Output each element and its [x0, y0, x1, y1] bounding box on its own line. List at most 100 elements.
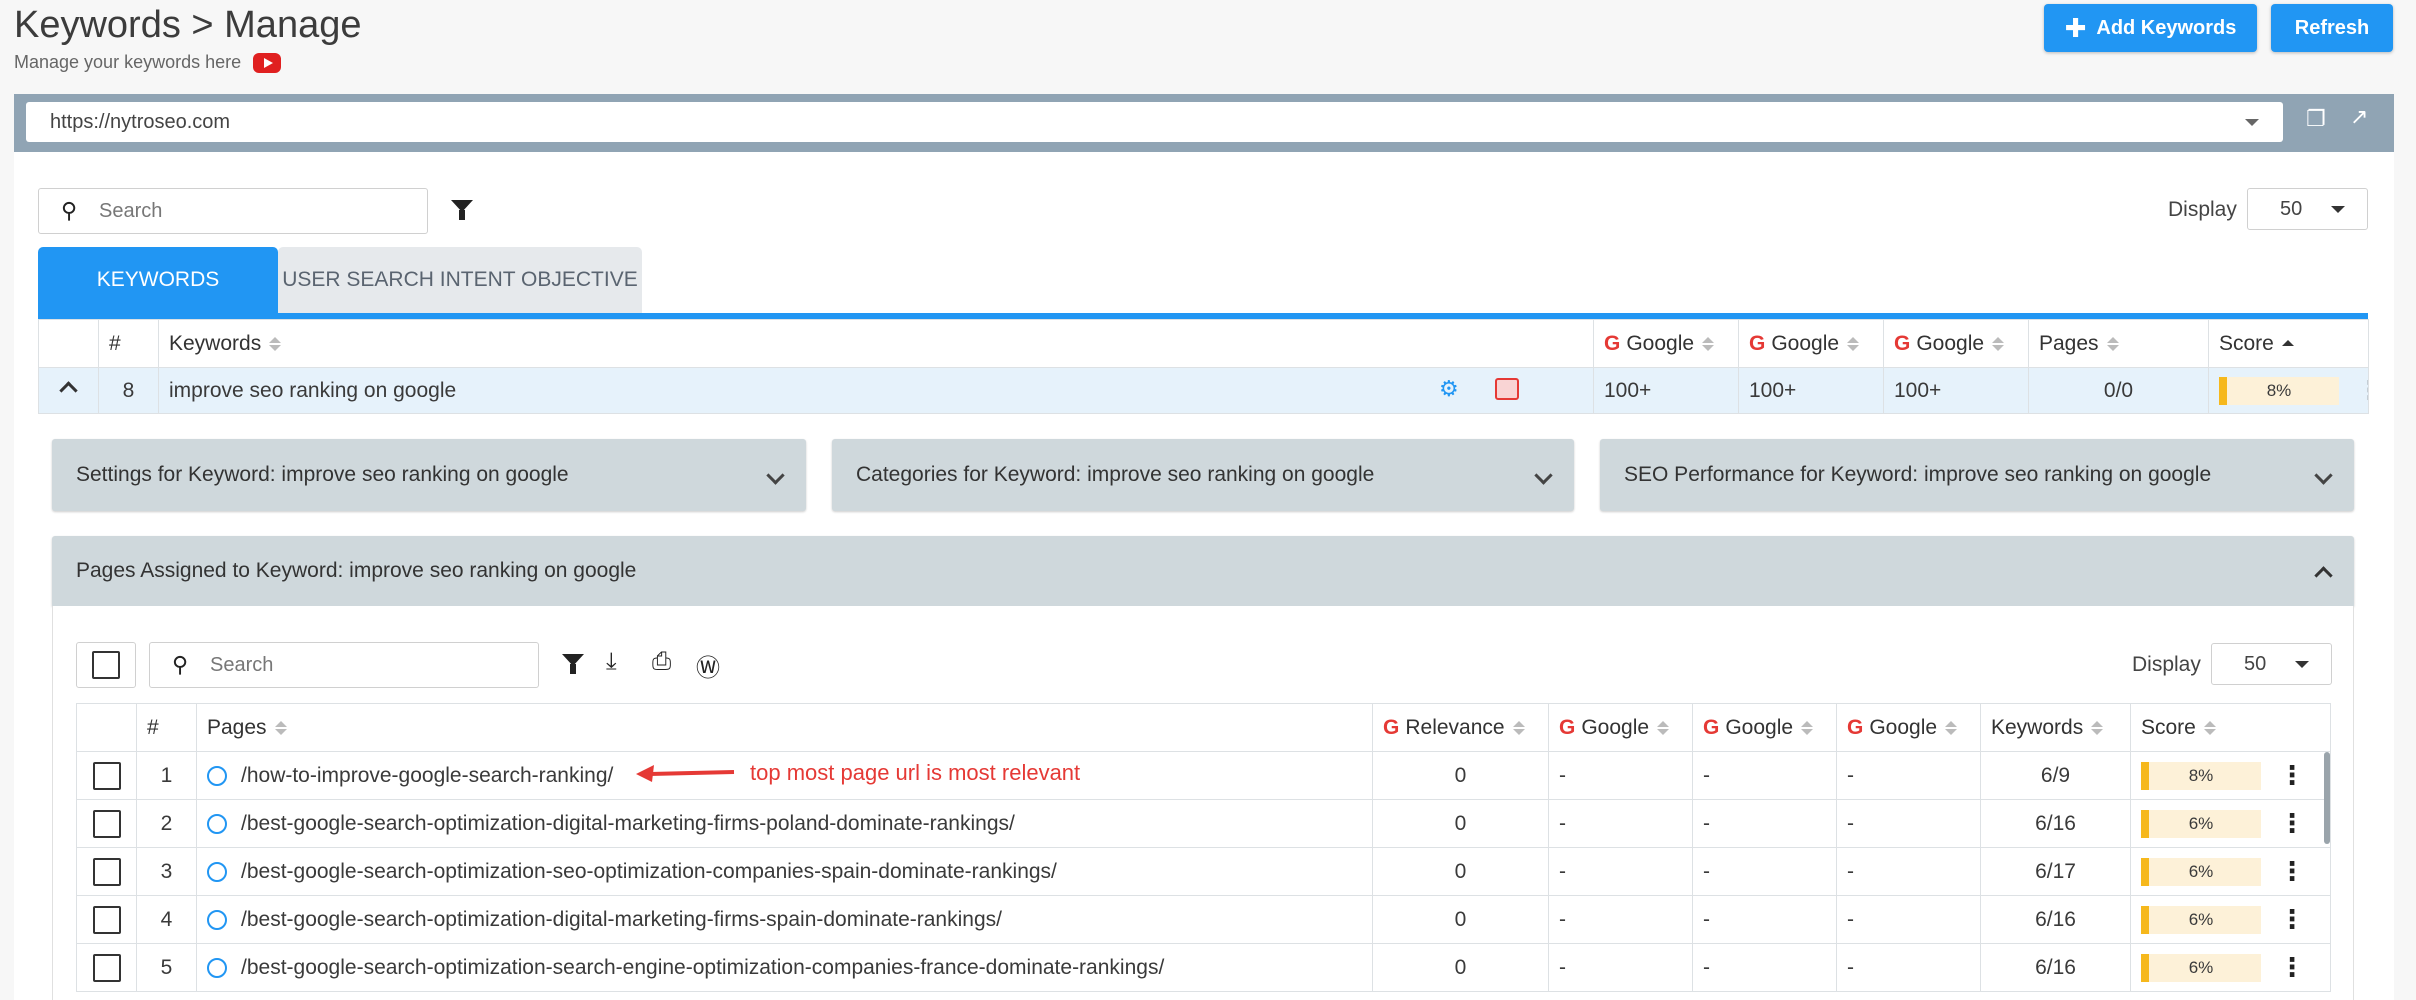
- chevron-down-icon: [2295, 660, 2309, 668]
- external-link-icon[interactable]: ↗: [2350, 104, 2368, 130]
- collapse-toggle[interactable]: [38, 367, 99, 414]
- display-label: Display: [2168, 198, 2237, 221]
- row-number: 2: [136, 799, 197, 848]
- table-row[interactable]: 5 /best-google-search-optimization-searc…: [76, 943, 2331, 992]
- row-checkbox[interactable]: [92, 761, 121, 790]
- row-checkbox-cell[interactable]: [76, 895, 137, 944]
- header-google-1[interactable]: G Google: [1548, 703, 1693, 752]
- row-number: 4: [136, 895, 197, 944]
- annotation-arrow-icon: [636, 765, 735, 782]
- select-all-checkbox[interactable]: [92, 651, 120, 679]
- image-icon[interactable]: [1495, 378, 1519, 400]
- score-cell: 8% ⋮: [2130, 751, 2331, 800]
- more-options-icon[interactable]: ⋮: [2279, 856, 2305, 886]
- more-options-icon[interactable]: ⋮: [2279, 808, 2305, 838]
- table-row[interactable]: 4 /best-google-search-optimization-digit…: [76, 895, 2331, 944]
- header-google-1[interactable]: G Google: [1593, 319, 1739, 368]
- page-url[interactable]: /how-to-improve-google-search-ranking/: [241, 764, 613, 787]
- print-icon[interactable]: ⎙: [652, 648, 671, 676]
- more-options-icon[interactable]: ⋮: [2279, 904, 2305, 934]
- header-pages[interactable]: Pages: [2028, 319, 2209, 368]
- header-score[interactable]: Score: [2130, 703, 2331, 752]
- wordpress-icon[interactable]: Ⓦ: [696, 648, 720, 683]
- google-icon: G: [1703, 715, 1720, 739]
- more-options-icon[interactable]: ⋮: [2357, 375, 2368, 405]
- row-checkbox[interactable]: [92, 809, 121, 838]
- pages-search-input[interactable]: ⚲ Search: [149, 642, 539, 688]
- google-rank-1: -: [1548, 943, 1693, 992]
- header-number: #: [98, 319, 159, 368]
- seo-performance-accordion[interactable]: SEO Performance for Keyword: improve seo…: [1600, 439, 2354, 511]
- header-relevance[interactable]: G Relevance: [1372, 703, 1549, 752]
- filter-icon[interactable]: [562, 654, 584, 674]
- row-checkbox[interactable]: [92, 953, 121, 982]
- more-options-icon[interactable]: ⋮: [2279, 760, 2305, 790]
- pages-assigned-accordion[interactable]: Pages Assigned to Keyword: improve seo r…: [52, 536, 2354, 606]
- sort-icon: [2203, 720, 2216, 735]
- select-all-checkbox-wrap[interactable]: [76, 642, 136, 688]
- radio-icon[interactable]: [207, 765, 227, 786]
- page-url[interactable]: /best-google-search-optimization-digital…: [241, 812, 1015, 835]
- page-url[interactable]: /best-google-search-optimization-search-…: [241, 956, 1164, 979]
- radio-icon[interactable]: [207, 861, 227, 882]
- page-cell[interactable]: /best-google-search-optimization-search-…: [196, 943, 1373, 992]
- display-value: 50: [2280, 197, 2303, 220]
- header-score[interactable]: Score: [2208, 319, 2369, 368]
- header-google-3[interactable]: G Google: [1836, 703, 1981, 752]
- table-row[interactable]: 2 /best-google-search-optimization-digit…: [76, 799, 2331, 848]
- keywords-count: 6/17: [1980, 847, 2131, 896]
- settings-accordion[interactable]: Settings for Keyword: improve seo rankin…: [52, 439, 806, 511]
- refresh-button[interactable]: Refresh: [2271, 4, 2393, 52]
- header-keywords[interactable]: Keywords: [158, 319, 1594, 368]
- keyword-search-input[interactable]: ⚲ Search: [38, 188, 428, 234]
- score-bar: 8%: [2141, 762, 2261, 791]
- row-checkbox-cell[interactable]: [76, 751, 137, 800]
- row-checkbox-cell[interactable]: [76, 799, 137, 848]
- row-checkbox[interactable]: [92, 905, 121, 934]
- youtube-icon[interactable]: [253, 52, 282, 73]
- sort-icon: [1992, 336, 2005, 351]
- page-url[interactable]: /best-google-search-optimization-digital…: [241, 908, 1002, 931]
- download-icon[interactable]: ⤓: [606, 648, 617, 676]
- page-cell[interactable]: /best-google-search-optimization-seo-opt…: [196, 847, 1373, 896]
- google-icon: G: [1383, 715, 1400, 739]
- page-cell[interactable]: /best-google-search-optimization-digital…: [196, 799, 1373, 848]
- add-keywords-button[interactable]: ✚ Add Keywords: [2044, 4, 2257, 52]
- sort-icon: [1512, 720, 1525, 735]
- row-checkbox-cell[interactable]: [76, 847, 137, 896]
- gear-icon[interactable]: ⚙: [1439, 376, 1459, 402]
- header-pages[interactable]: Pages: [196, 703, 1373, 752]
- tab-user-search-intent[interactable]: USER SEARCH INTENT OBJECTIVE: [278, 247, 642, 313]
- chevron-down-icon: [2331, 205, 2345, 213]
- keywords-count: 6/16: [1980, 943, 2131, 992]
- header-google-3[interactable]: G Google: [1883, 319, 2029, 368]
- table-row[interactable]: 1 /how-to-improve-google-search-ranking/…: [76, 751, 2331, 800]
- row-checkbox[interactable]: [92, 857, 121, 886]
- header-keywords[interactable]: Keywords: [1980, 703, 2131, 752]
- radio-icon[interactable]: [207, 957, 227, 978]
- more-options-icon[interactable]: ⋮: [2279, 952, 2305, 982]
- keyword-row[interactable]: 8 improve seo ranking on google ⚙ 100+ 1…: [38, 367, 2369, 414]
- pages-display-select[interactable]: 50: [2211, 643, 2332, 685]
- filter-icon[interactable]: [451, 200, 473, 220]
- radio-icon[interactable]: [207, 813, 227, 834]
- tab-keywords[interactable]: KEYWORDS: [38, 247, 278, 313]
- search-placeholder: Search: [210, 653, 274, 676]
- sort-asc-icon: [2281, 339, 2294, 348]
- row-checkbox-cell[interactable]: [76, 943, 137, 992]
- google-rank-3: -: [1836, 847, 1981, 896]
- copy-icon[interactable]: ❐: [2306, 106, 2326, 132]
- scrollbar-thumb[interactable]: [2324, 752, 2330, 844]
- radio-icon[interactable]: [207, 909, 227, 930]
- page-url[interactable]: /best-google-search-optimization-seo-opt…: [241, 860, 1057, 883]
- page-cell[interactable]: /best-google-search-optimization-digital…: [196, 895, 1373, 944]
- header-google-2[interactable]: G Google: [1738, 319, 1884, 368]
- table-row[interactable]: 3 /best-google-search-optimization-seo-o…: [76, 847, 2331, 896]
- header-label: Google: [1771, 331, 1840, 355]
- display-select[interactable]: 50: [2247, 188, 2368, 230]
- header-google-2[interactable]: G Google: [1692, 703, 1837, 752]
- categories-accordion[interactable]: Categories for Keyword: improve seo rank…: [832, 439, 1574, 511]
- url-select[interactable]: https://nytroseo.com: [26, 102, 2283, 142]
- relevance-value: 0: [1372, 895, 1549, 944]
- score-bar: 8%: [2219, 377, 2339, 406]
